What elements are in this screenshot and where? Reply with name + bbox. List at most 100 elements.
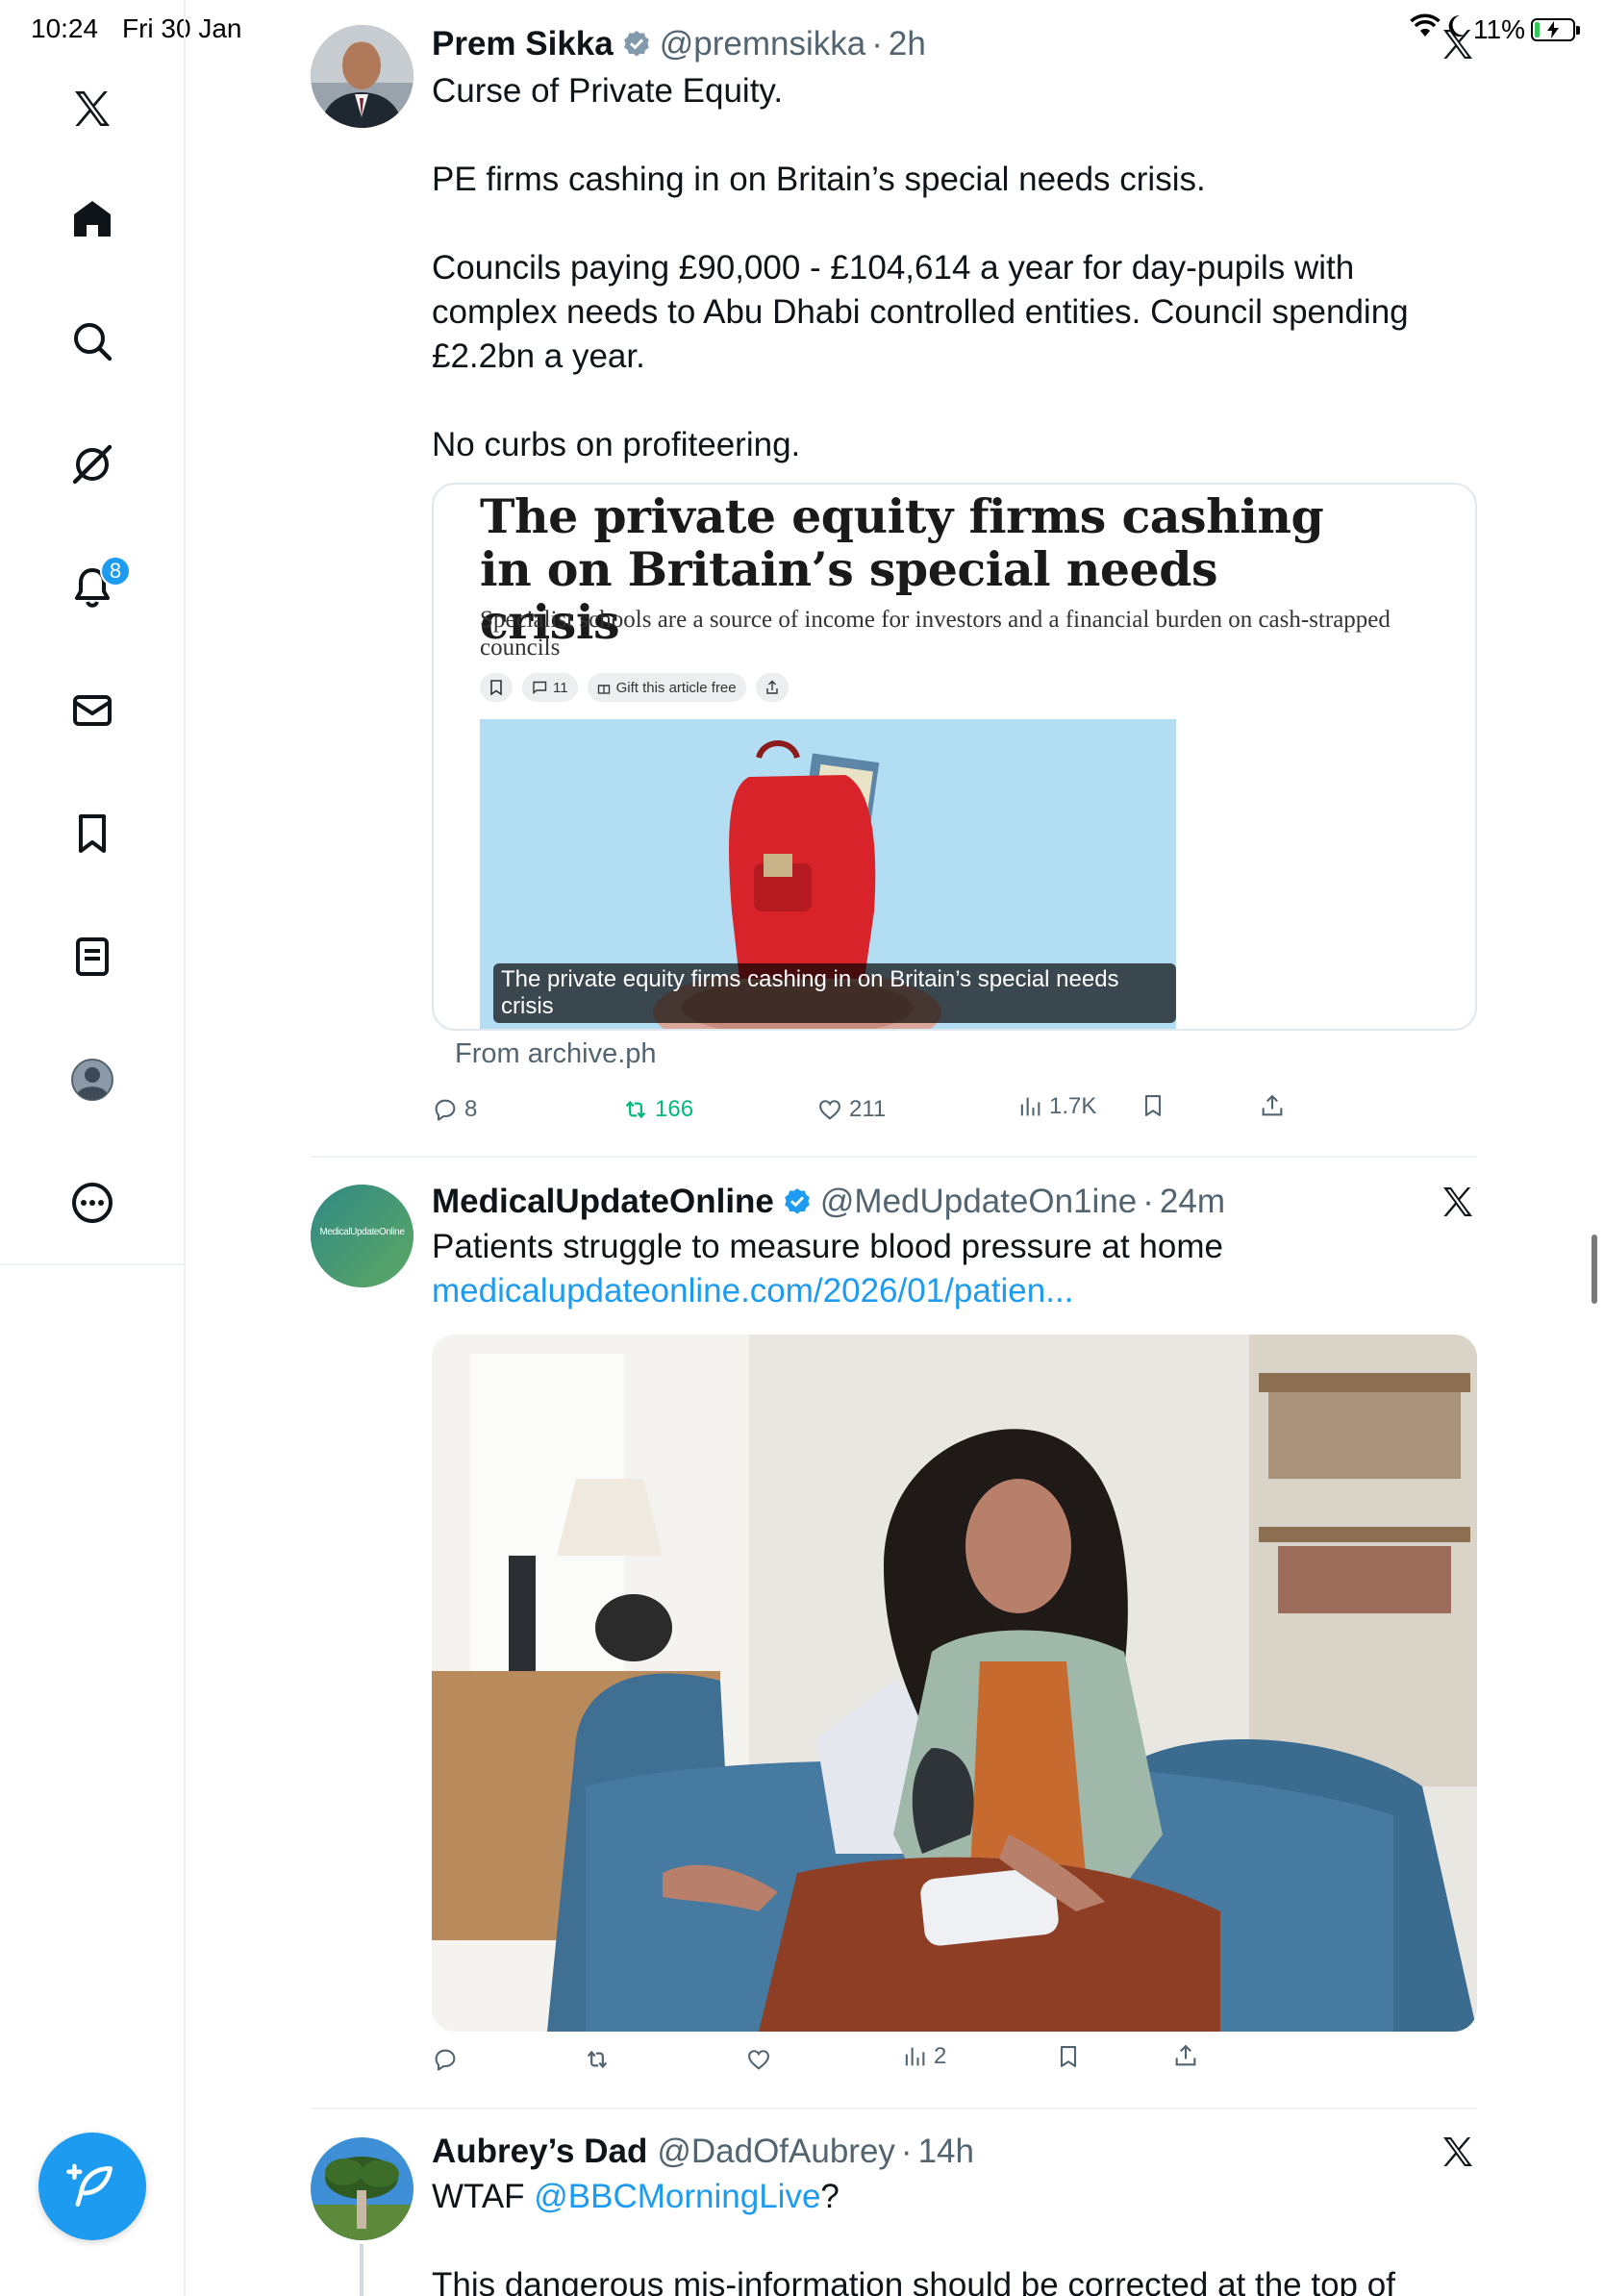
battery-icon bbox=[1531, 17, 1580, 41]
profile-avatar-icon[interactable] bbox=[63, 1050, 122, 1110]
repost-count: 166 bbox=[655, 1096, 694, 1122]
tweet-photo[interactable] bbox=[432, 1335, 1477, 2032]
bookmark-button[interactable] bbox=[1055, 2043, 1082, 2070]
card-subheading: Specialist schools are a source of incom… bbox=[480, 607, 1391, 661]
article-share-icon bbox=[755, 673, 789, 702]
article-gift-label: Gift this article free bbox=[615, 679, 737, 696]
notifications-badge: 8 bbox=[100, 556, 131, 586]
like-button[interactable]: 211 bbox=[816, 1096, 886, 1123]
reply-button[interactable]: 8 bbox=[432, 1096, 477, 1123]
tweet-text: Curse of Private Equity. PE firms cashin… bbox=[432, 69, 1477, 467]
sidebar: 8 bbox=[0, 0, 186, 2296]
card-image: The private equity firms cashing in on B… bbox=[480, 719, 1176, 1029]
avatar-text: MedicalUpdateOnline bbox=[319, 1227, 405, 1237]
views-chart-icon bbox=[905, 2047, 925, 2066]
share-button[interactable] bbox=[1172, 2042, 1199, 2069]
search-icon[interactable] bbox=[63, 312, 122, 371]
views-button[interactable]: 1.7K bbox=[1016, 1093, 1096, 1120]
reply-icon bbox=[435, 1099, 456, 1121]
tweet-time[interactable]: 14h bbox=[918, 2133, 974, 2171]
verified-badge-icon bbox=[782, 1186, 813, 1217]
heart-icon bbox=[819, 1100, 840, 1120]
views-chart-icon bbox=[1020, 1097, 1040, 1116]
tweet-actions: 8 166 211 1.7K bbox=[432, 1093, 1355, 1135]
mention-link[interactable]: @BBCMorningLive bbox=[534, 2178, 820, 2215]
tweet-link[interactable]: medicalupdateonline.com/2026/01/patien..… bbox=[432, 1272, 1073, 1310]
card-source[interactable]: From archive.ph bbox=[455, 1038, 657, 1070]
avatar[interactable]: MedicalUpdateOnline bbox=[311, 1185, 414, 1287]
tweet-time[interactable]: 2h bbox=[889, 25, 926, 63]
avatar[interactable] bbox=[311, 2137, 414, 2240]
author-handle[interactable]: @premnsikka bbox=[660, 25, 865, 63]
thread-line bbox=[360, 2244, 363, 2296]
article-gift: Gift this article free bbox=[587, 673, 746, 702]
x-brand-icon bbox=[1439, 25, 1477, 68]
verified-badge-icon bbox=[621, 29, 652, 60]
x-logo-icon[interactable] bbox=[63, 79, 122, 138]
lists-icon[interactable] bbox=[63, 927, 122, 986]
share-button[interactable] bbox=[1259, 1092, 1286, 1119]
tweet-text-suffix: ? bbox=[820, 2178, 840, 2215]
bookmark-icon[interactable] bbox=[63, 804, 122, 863]
repost-icon bbox=[625, 1100, 646, 1119]
tweet-text: Patients struggle to measure blood press… bbox=[432, 1225, 1477, 1313]
bookmark-button[interactable] bbox=[1140, 1092, 1166, 1119]
tweet-paragraph: This dangerous mis-information should be… bbox=[432, 2266, 1395, 2296]
scrollbar[interactable] bbox=[1591, 1235, 1597, 1304]
tweet-paragraph: PE firms cashing in on Britain’s special… bbox=[432, 161, 1206, 198]
avatar[interactable] bbox=[311, 25, 414, 128]
author-name[interactable]: Aubrey’s Dad bbox=[432, 2133, 647, 2171]
author-handle[interactable]: @MedUpdateOn1ine bbox=[820, 1183, 1137, 1221]
like-button[interactable] bbox=[745, 2046, 778, 2073]
dot-separator: · bbox=[871, 25, 883, 62]
bookmark-icon bbox=[1060, 2046, 1077, 2067]
tweet-divider bbox=[311, 1156, 1477, 1158]
link-card[interactable]: The private equity firms cashing in on B… bbox=[432, 483, 1477, 1031]
x-brand-icon bbox=[1439, 2133, 1477, 2176]
author-name[interactable]: Prem Sikka bbox=[432, 25, 614, 63]
tweet-text: WTAF @BBCMorningLive? This dangerous mis… bbox=[432, 2175, 1477, 2296]
x-brand-icon bbox=[1439, 1183, 1477, 1226]
heart-icon bbox=[748, 2050, 769, 2070]
tweet-divider bbox=[311, 2108, 1477, 2109]
tweet-header: MedicalUpdateOnline @MedUpdateOn1ine · 2… bbox=[432, 1183, 1225, 1221]
compose-button[interactable] bbox=[38, 2133, 146, 2240]
tweet-header: Prem Sikka @premnsikka · 2h bbox=[432, 25, 926, 63]
home-icon[interactable] bbox=[63, 189, 122, 249]
tweet-text-prefix: WTAF bbox=[432, 2178, 535, 2215]
card-article-tools: 11 Gift this article free bbox=[480, 673, 789, 702]
compose-feather-icon bbox=[66, 2163, 113, 2207]
repost-icon bbox=[587, 2050, 608, 2069]
bookmark-icon bbox=[1144, 1095, 1162, 1116]
dot-separator: · bbox=[1142, 1183, 1154, 1220]
tweet[interactable]: Aubrey’s Dad @DadOfAubrey · 14h WTAF @BB… bbox=[311, 2133, 1477, 2296]
views-button[interactable]: 2 bbox=[901, 2043, 946, 2070]
author-name[interactable]: MedicalUpdateOnline bbox=[432, 1183, 774, 1221]
reply-icon bbox=[435, 2049, 456, 2071]
share-icon bbox=[1175, 2044, 1196, 2066]
share-icon bbox=[1262, 1094, 1283, 1116]
views-count: 1.7K bbox=[1049, 1093, 1097, 1119]
tweet-time[interactable]: 24m bbox=[1160, 1183, 1225, 1221]
repost-button[interactable] bbox=[584, 2046, 616, 2073]
tweet-paragraph: Councils paying £90,000 - £104,614 a yea… bbox=[432, 249, 1418, 375]
battery-percent: 11% bbox=[1473, 13, 1525, 44]
tweet[interactable]: Prem Sikka @premnsikka · 2h Curse of Pri… bbox=[311, 25, 1477, 1131]
author-handle[interactable]: @DadOfAubrey bbox=[657, 2133, 895, 2171]
tweet-header: Aubrey’s Dad @DadOfAubrey · 14h bbox=[432, 2133, 974, 2171]
card-image-caption: The private equity firms cashing in on B… bbox=[493, 963, 1176, 1023]
article-comments: 11 bbox=[522, 673, 578, 702]
reply-button[interactable] bbox=[432, 2046, 464, 2073]
more-icon[interactable] bbox=[63, 1173, 122, 1233]
article-bookmark-icon bbox=[480, 673, 513, 702]
tweet-paragraph: Curse of Private Equity. bbox=[432, 72, 784, 110]
tweet[interactable]: MedicalUpdateOnline MedicalUpdateOnline … bbox=[311, 1183, 1477, 2102]
reply-count: 8 bbox=[464, 1096, 478, 1122]
views-count: 2 bbox=[934, 2043, 947, 2069]
article-comment-count: 11 bbox=[553, 679, 568, 696]
tweet-paragraph: Patients struggle to measure blood press… bbox=[432, 1228, 1223, 1265]
messages-envelope-icon[interactable] bbox=[63, 681, 122, 740]
like-count: 211 bbox=[849, 1096, 887, 1122]
repost-button[interactable]: 166 bbox=[622, 1096, 693, 1123]
grok-icon[interactable] bbox=[63, 435, 122, 494]
